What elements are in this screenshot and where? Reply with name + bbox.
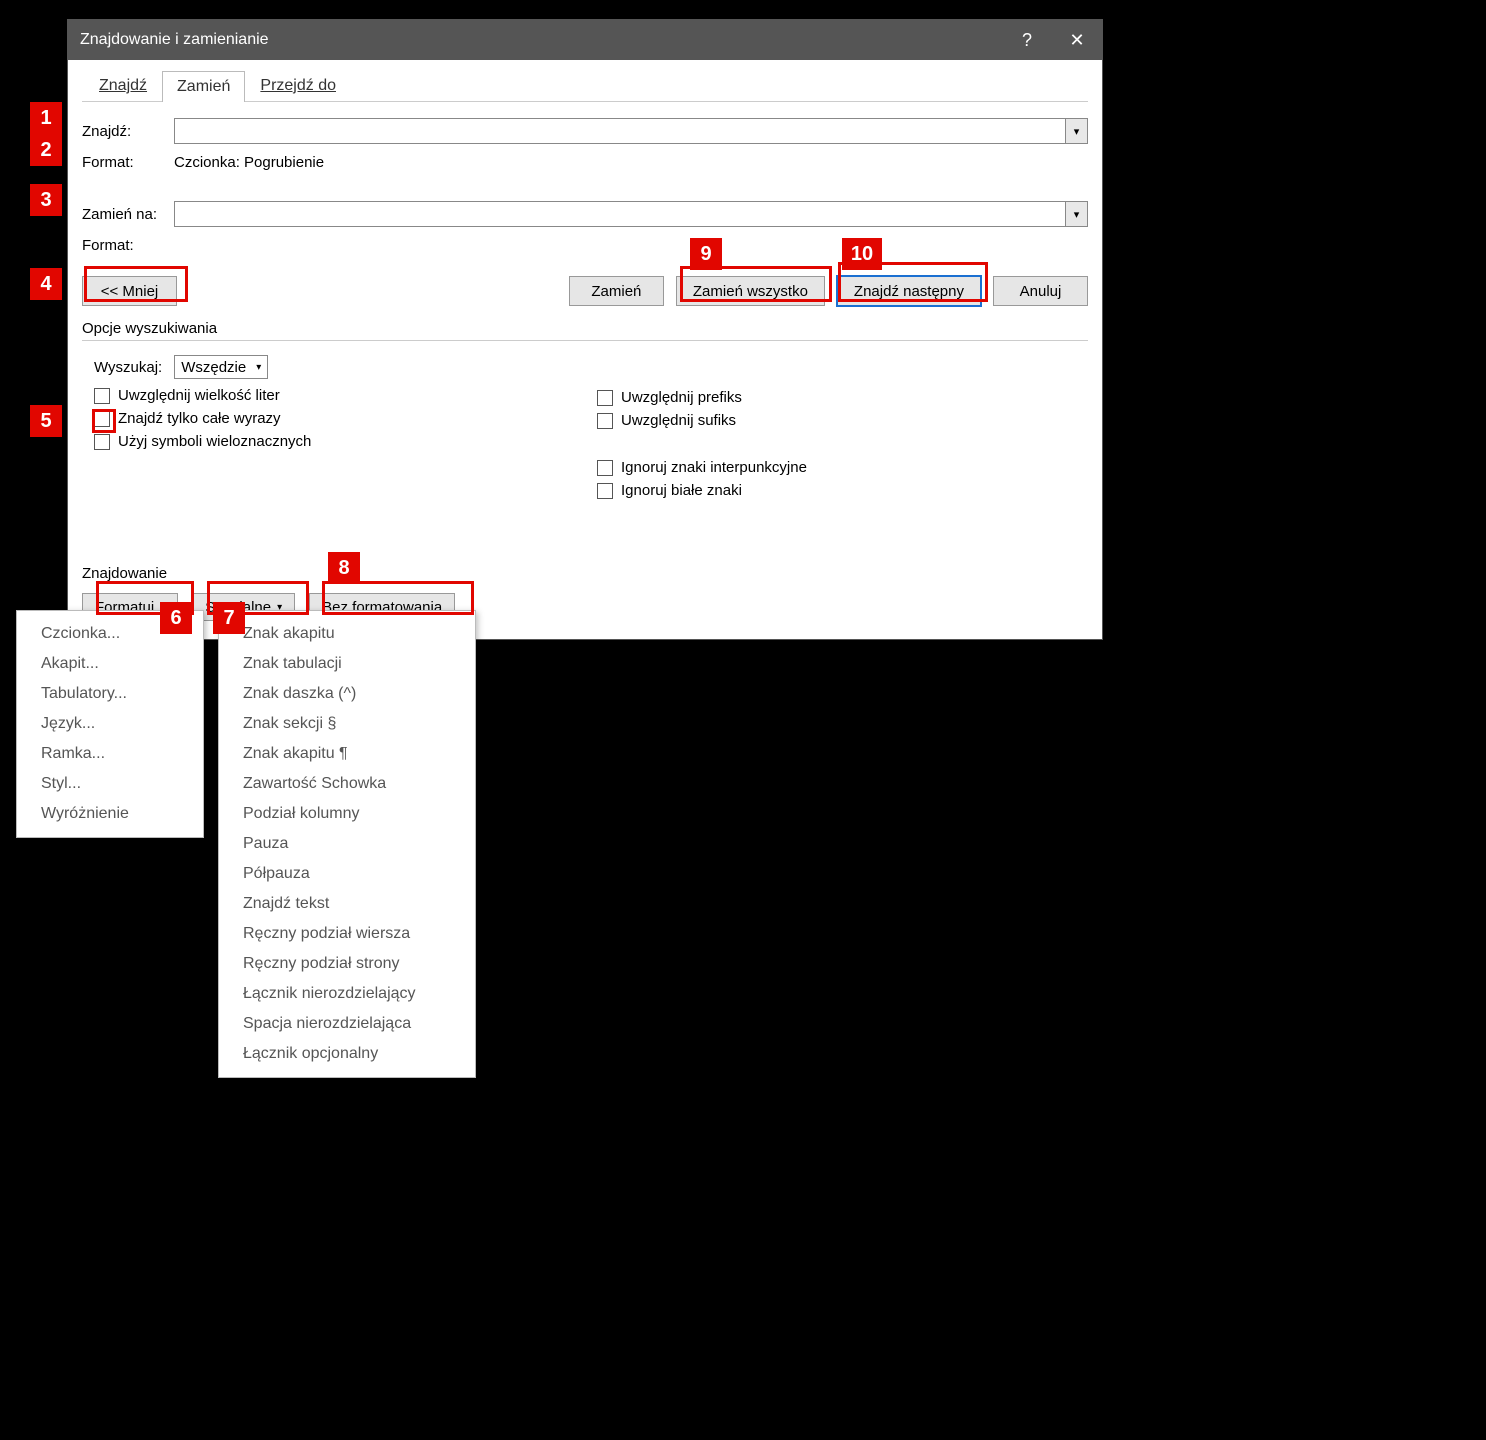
format-menu: Czcionka... Akapit... Tabulatory... Języ… [16,610,204,838]
callout-7: 7 [213,602,245,634]
format-menu-paragraph[interactable]: Akapit... [17,649,203,679]
callout-5: 5 [30,405,62,437]
tab-find[interactable]: Znajdź [84,70,162,101]
replace-button[interactable]: Zamień [569,276,664,306]
find-input[interactable] [174,118,1066,144]
special-pilcrow[interactable]: Znak akapitu ¶ [219,739,475,769]
find-label: Znajdź: [82,123,174,140]
special-opt-hyphen[interactable]: Łącznik opcjonalny [219,1039,475,1069]
replace-row: Zamień na: ▾ [82,201,1088,227]
callout-4: 4 [30,268,62,300]
special-endash[interactable]: Półpauza [219,859,475,889]
format-menu-style[interactable]: Styl... [17,769,203,799]
format-menu-language[interactable]: Język... [17,709,203,739]
search-direction-label: Wyszukaj: [94,359,162,376]
replace-history-dropdown[interactable]: ▾ [1066,201,1088,227]
checkbox-wildcards[interactable]: Użyj symboli wieloznacznych [94,433,585,450]
special-page-break[interactable]: Ręczny podział strony [219,949,475,979]
find-replace-dialog: Znajdowanie i zamienianie ? ✕ Znajdź Zam… [67,19,1103,640]
tab-strip: Znajdź Zamień Przejdź do [82,70,1088,102]
special-caret[interactable]: Znak daszka (^) [219,679,475,709]
special-nb-space[interactable]: Spacja nierozdzielająca [219,1009,475,1039]
tab-replace[interactable]: Zamień [162,71,245,102]
tab-goto[interactable]: Przejdź do [245,70,351,101]
find-history-dropdown[interactable]: ▾ [1066,118,1088,144]
checkbox-prefix[interactable]: Uwzględnij prefiks [597,389,1088,406]
replace-input[interactable] [174,201,1066,227]
replace-all-button[interactable]: Zamień wszystko [676,276,825,306]
titlebar: Znajdowanie i zamienianie ? ✕ [68,20,1102,60]
special-section[interactable]: Znak sekcji § [219,709,475,739]
special-paragraph[interactable]: Znak akapitu [219,619,475,649]
callout-2: 2 [30,134,62,166]
special-tab[interactable]: Znak tabulacji [219,649,475,679]
callout-8: 8 [328,552,360,584]
special-find-text[interactable]: Znajdź tekst [219,889,475,919]
checkbox-whole-words[interactable]: Znajdź tylko całe wyrazy [94,410,585,427]
action-button-row: << Mniej Zamień Zamień wszystko Znajdź n… [82,276,1088,306]
close-button[interactable]: ✕ [1052,20,1102,60]
callout-9: 9 [690,238,722,270]
callout-6: 6 [160,602,192,634]
cancel-button[interactable]: Anuluj [993,276,1088,306]
special-column-break[interactable]: Podział kolumny [219,799,475,829]
callout-1: 1 [30,102,62,134]
format-menu-tabs[interactable]: Tabulatory... [17,679,203,709]
find-format-row: Format: Czcionka: Pogrubienie [82,154,1088,171]
format-menu-highlight[interactable]: Wyróżnienie [17,799,203,829]
search-options-title: Opcje wyszukiwania [82,320,1088,341]
find-next-button[interactable]: Znajdź następny [837,276,981,306]
less-button[interactable]: << Mniej [82,276,177,306]
find-row: Znajdź: ▾ [82,118,1088,144]
replace-format-row: Format: [82,237,1088,254]
checkbox-suffix[interactable]: Uwzględnij sufiks [597,412,1088,429]
special-menu: Znak akapitu Znak tabulacji Znak daszka … [218,610,476,1078]
find-section-title: Znajdowanie [82,565,1088,585]
callout-3: 3 [30,184,62,216]
search-direction-select[interactable]: Wszędzie▾ [174,355,268,379]
format-menu-frame[interactable]: Ramka... [17,739,203,769]
callout-10: 10 [842,238,882,270]
find-format-label: Format: [82,154,174,171]
special-line-break[interactable]: Ręczny podział wiersza [219,919,475,949]
dialog-title: Znajdowanie i zamienianie [80,31,269,49]
special-nb-hyphen[interactable]: Łącznik nierozdzielający [219,979,475,1009]
replace-format-label: Format: [82,237,174,254]
help-button[interactable]: ? [1002,20,1052,60]
special-emdash[interactable]: Pauza [219,829,475,859]
special-clipboard[interactable]: Zawartość Schowka [219,769,475,799]
checkbox-match-case[interactable]: Uwzględnij wielkość liter [94,387,585,404]
find-format-value: Czcionka: Pogrubienie [174,154,324,171]
replace-label: Zamień na: [82,206,174,223]
search-direction-row: Wyszukaj: Wszędzie▾ [94,355,585,379]
checkbox-ignore-whitespace[interactable]: Ignoruj białe znaki [597,482,1088,499]
checkbox-ignore-punct[interactable]: Ignoruj znaki interpunkcyjne [597,459,1088,476]
